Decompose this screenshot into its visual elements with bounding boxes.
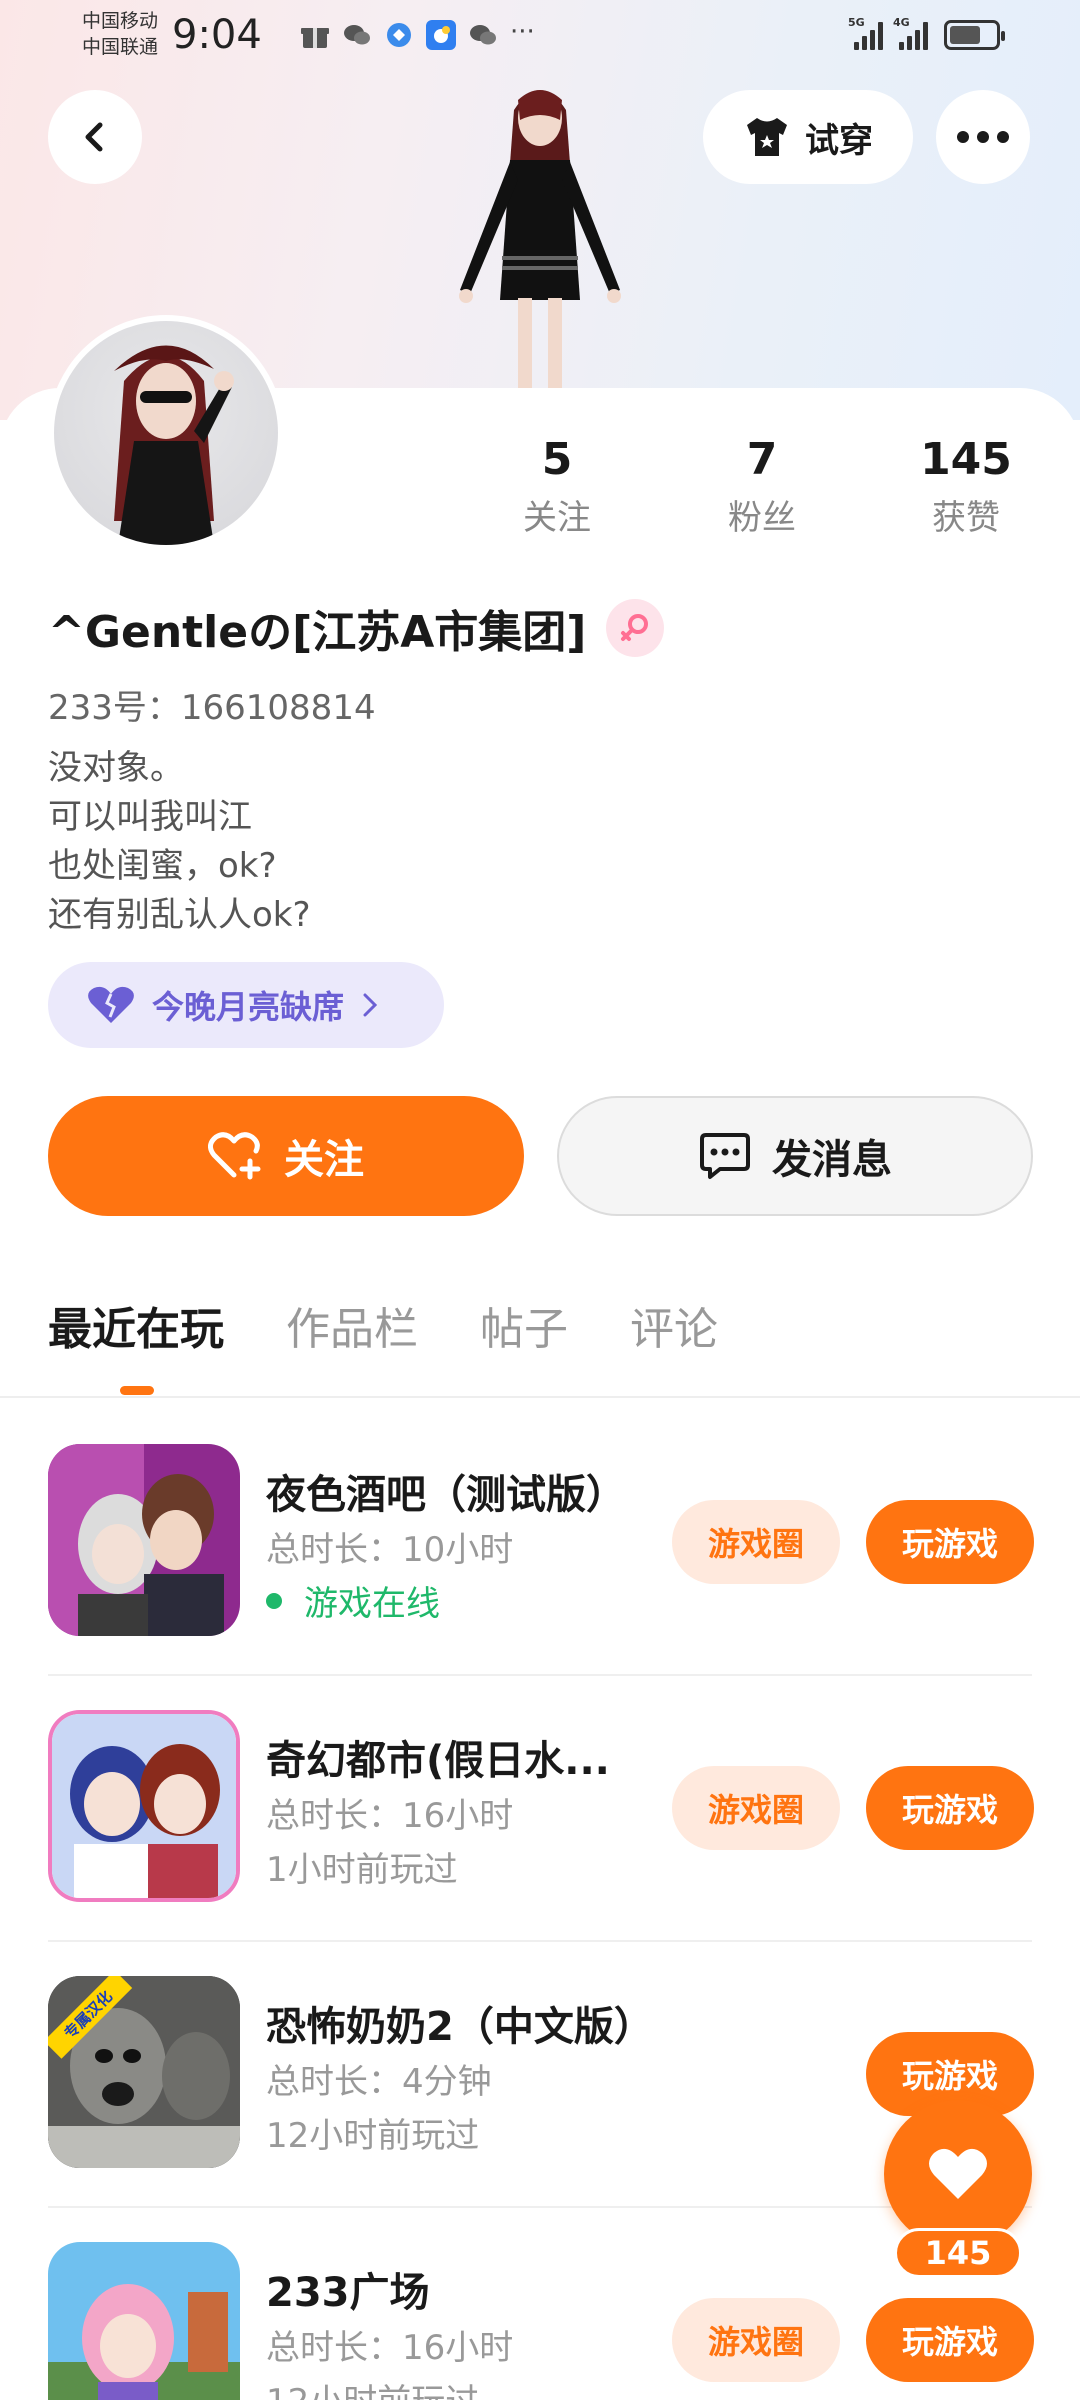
followers-label: 粉丝 — [728, 498, 796, 538]
bio: 没对象。 可以叫我叫江 也处闺蜜，ok? 还有别乱认人ok? — [48, 744, 311, 940]
tab-recently-played[interactable]: 最近在玩 — [48, 1300, 224, 1360]
game-circle-button[interactable]: 游戏圈 — [672, 2298, 840, 2382]
female-gender-icon — [606, 599, 665, 657]
more-options-button[interactable] — [936, 90, 1030, 184]
game-row[interactable]: 专属汉化 恐怖奶奶2（中文版） 总时长：4分钟 12小时前玩过 玩游戏 — [48, 1976, 1034, 2170]
bio-line: 还有别乱认人ok? — [48, 895, 311, 935]
try-on-button[interactable]: 试穿 — [703, 90, 913, 184]
status-bar: 中国移动 中国联通 9:04 ··· 5G 4G — [0, 0, 1080, 70]
profile-tabs: 最近在玩 作品栏 帖子 评论 — [48, 1300, 718, 1360]
browser-icon — [384, 20, 414, 50]
game-title: 夜色酒吧（测试版） — [266, 1472, 626, 1518]
back-arrow-icon — [85, 122, 103, 152]
active-tab-indicator — [120, 1386, 154, 1395]
username: ^Gentleの[江苏A市集团] — [48, 596, 665, 660]
wechat-icon-2 — [468, 20, 498, 50]
following-label: 关注 — [523, 498, 591, 538]
game-icon: 专属汉化 — [48, 1976, 240, 2168]
following-count: 5 — [541, 434, 573, 485]
tab-posts[interactable]: 帖子 — [480, 1300, 568, 1360]
game-row[interactable]: 233广场 总时长：16小时 12小时前玩过 游戏圈 玩游戏 — [48, 2242, 1034, 2400]
follow-button[interactable]: 关注 — [48, 1096, 524, 1216]
user-id: 233号：166108814 — [48, 688, 376, 728]
row-divider — [48, 1940, 1032, 1942]
stat-followers[interactable]: 7 粉丝 — [682, 430, 842, 540]
game-title: 奇幻都市(假日水... — [266, 1738, 610, 1784]
likes-label: 获赞 — [932, 498, 1000, 538]
tshirt-icon — [747, 118, 787, 156]
like-count-badge: 145 — [894, 2228, 1022, 2278]
game-duration: 总时长：16小时 — [266, 2328, 514, 2368]
avatar-image — [54, 321, 278, 545]
game-duration: 总时长：4分钟 — [266, 2062, 492, 2102]
game-title: 233广场 — [266, 2270, 430, 2316]
wechat-icon — [342, 20, 372, 50]
more-notifications-icon: ··· — [510, 17, 535, 47]
signal-4g-icon: 4G — [893, 16, 928, 50]
stat-likes[interactable]: 145 获赞 — [886, 430, 1046, 540]
game-duration: 总时长：10小时 — [266, 1530, 514, 1570]
game-status-text: 游戏在线 — [304, 1584, 440, 1624]
bio-line: 可以叫我叫江 — [48, 797, 252, 837]
row-divider — [48, 1674, 1032, 1676]
play-game-button[interactable]: 玩游戏 — [866, 2298, 1034, 2382]
game-row[interactable]: 夜色酒吧（测试版） 总时长：10小时 游戏在线 游戏圈 玩游戏 — [48, 1444, 1034, 1638]
game-row[interactable]: 奇幻都市(假日水... 总时长：16小时 1小时前玩过 游戏圈 玩游戏 — [48, 1710, 1034, 1904]
app-icon — [426, 20, 456, 50]
broken-heart-icon — [88, 986, 134, 1023]
clock: 9:04 — [172, 12, 262, 58]
send-message-button[interactable]: 发消息 — [557, 1096, 1033, 1216]
like-profile-button[interactable] — [884, 2100, 1032, 2248]
follow-label: 关注 — [284, 1137, 364, 1183]
game-online-status: 游戏在线 — [266, 1576, 440, 1625]
chat-bubble-icon — [700, 1133, 750, 1179]
avatar-3d-figure — [430, 70, 650, 390]
battery-icon — [944, 20, 1005, 50]
tab-works[interactable]: 作品栏 — [286, 1300, 418, 1360]
mood-status-chip[interactable]: 今晚月亮缺席 — [48, 962, 444, 1048]
carrier-labels: 中国移动 中国联通 — [82, 8, 158, 60]
heart-icon — [929, 2148, 987, 2199]
bio-line: 没对象。 — [48, 748, 184, 788]
notification-icons: ··· — [300, 17, 535, 50]
game-duration: 总时长：16小时 — [266, 1796, 514, 1836]
game-last-played: 1小时前玩过 — [266, 1850, 458, 1890]
chevron-right-icon — [363, 993, 378, 1017]
signal-5g-icon: 5G — [848, 16, 883, 50]
message-label: 发消息 — [772, 1137, 892, 1183]
bio-line: 也处闺蜜，ok? — [48, 846, 277, 886]
back-button[interactable] — [48, 90, 142, 184]
game-icon — [48, 1710, 240, 1902]
carrier-1: 中国移动 — [82, 10, 159, 32]
game-last-played: 12小时前玩过 — [266, 2116, 480, 2156]
try-on-label: 试穿 — [805, 120, 873, 161]
profile-avatar[interactable] — [48, 315, 284, 551]
play-game-button[interactable]: 玩游戏 — [866, 1766, 1034, 1850]
network-5g-label: 5G — [848, 16, 865, 29]
tabs-divider — [0, 1396, 1080, 1398]
tab-comments[interactable]: 评论 — [630, 1300, 718, 1360]
game-circle-button[interactable]: 游戏圈 — [672, 1766, 840, 1850]
heart-plus-icon — [208, 1132, 261, 1180]
network-4g-label: 4G — [893, 16, 910, 29]
likes-count: 145 — [920, 434, 1012, 485]
online-dot-icon — [266, 1592, 282, 1609]
gift-icon — [300, 20, 330, 50]
game-last-played: 12小时前玩过 — [266, 2374, 479, 2400]
game-icon — [48, 2242, 240, 2400]
followers-count: 7 — [746, 434, 778, 485]
system-indicators: 5G 4G — [848, 16, 1005, 50]
game-icon — [48, 1444, 240, 1636]
mood-text: 今晚月亮缺席 — [152, 988, 345, 1026]
play-game-button[interactable]: 玩游戏 — [866, 1500, 1034, 1584]
username-text: ^Gentleの[江苏A市集团] — [48, 607, 587, 658]
more-dots-icon — [957, 131, 1009, 143]
carrier-2: 中国联通 — [82, 36, 159, 58]
game-title: 恐怖奶奶2（中文版） — [266, 2004, 654, 2050]
row-divider — [48, 2206, 1032, 2208]
game-circle-button[interactable]: 游戏圈 — [672, 1500, 840, 1584]
stat-following[interactable]: 5 关注 — [477, 430, 637, 540]
